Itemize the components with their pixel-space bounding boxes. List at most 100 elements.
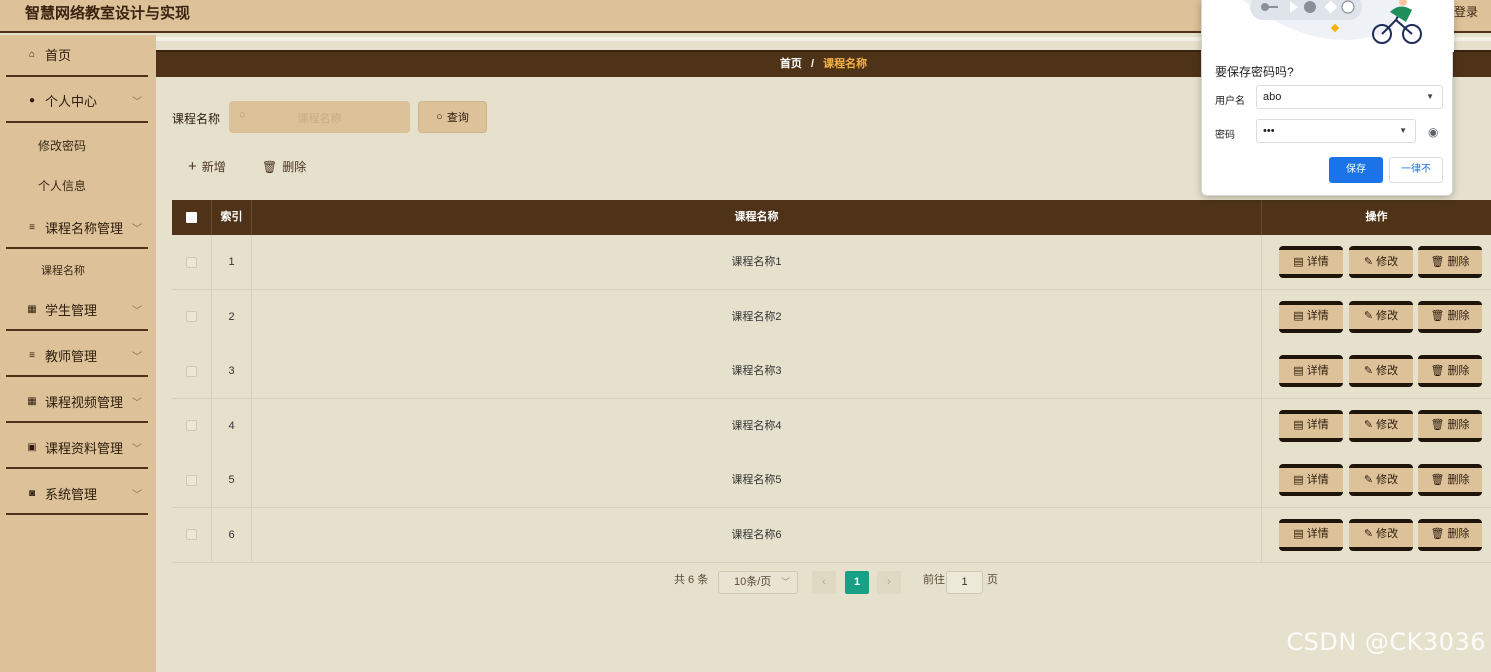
- password-illustration: [1202, 0, 1454, 52]
- sidebar: ⌂ 首页 ● 个人中心 ﹀ 修改密码 个人信息 ≡ 课程名称管理 ﹀ 课程名称 …: [0, 35, 156, 672]
- nav-divider: [6, 375, 148, 377]
- delete-button[interactable]: 🗑 删除: [1418, 518, 1482, 551]
- watermark: CSDN @CK3036: [1286, 628, 1486, 656]
- edit-button[interactable]: ✎ 修改: [1349, 355, 1413, 387]
- detail-button[interactable]: ▤ 详情: [1279, 355, 1343, 387]
- edit-button[interactable]: ✎ 修改: [1349, 409, 1413, 442]
- search-icon: ○: [436, 111, 443, 123]
- save-password-dialog: 要保存密码吗? 用户名 abo ▼ 密码 ••• ▼ ◉ 保存 一律不: [1201, 0, 1454, 196]
- username-select[interactable]: abo ▼: [1256, 85, 1443, 109]
- save-password-button[interactable]: 保存: [1329, 157, 1383, 183]
- chevron-down-icon: ﹀: [780, 577, 790, 587]
- detail-button-label: 详情: [1306, 419, 1329, 431]
- column-header-course-name: 课程名称: [252, 200, 1262, 235]
- sidebar-item-student-mgmt[interactable]: ▦ 学生管理 ﹀: [6, 300, 148, 319]
- detail-button[interactable]: ▤ 详情: [1279, 464, 1343, 496]
- trash-icon: 🗑: [1430, 473, 1445, 486]
- sidebar-item-personal-info[interactable]: 个人信息: [6, 177, 148, 194]
- page-size-value: 10条/页: [734, 576, 772, 588]
- batch-delete-button[interactable]: 🗑 删除: [262, 158, 306, 175]
- pagination-total: 共 6 条: [674, 574, 709, 586]
- row-checkbox[interactable]: [186, 529, 197, 541]
- edit-button[interactable]: ✎ 修改: [1349, 464, 1413, 496]
- detail-button[interactable]: ▤ 详情: [1279, 518, 1343, 551]
- nav-divider: [6, 329, 148, 331]
- select-all-checkbox[interactable]: [186, 211, 197, 223]
- row-checkbox[interactable]: [186, 420, 197, 432]
- password-select[interactable]: ••• ▼: [1256, 119, 1416, 143]
- delete-button-label: 删除: [1447, 419, 1470, 431]
- sidebar-item-change-password[interactable]: 修改密码: [6, 137, 148, 154]
- pencil-icon: ✎: [1363, 255, 1374, 268]
- row-index: 4: [212, 398, 252, 453]
- sidebar-item-course-name-mgmt[interactable]: ≡ 课程名称管理 ﹀: [6, 218, 148, 237]
- chevron-left-icon: ‹: [822, 576, 826, 588]
- row-checkbox[interactable]: [186, 311, 197, 323]
- ticket-icon: ▣: [27, 442, 37, 453]
- eye-icon[interactable]: ◉: [1428, 125, 1438, 139]
- dropdown-arrow-icon: ▼: [1426, 92, 1434, 101]
- row-course-name: 课程名称3: [252, 344, 1262, 398]
- prev-page-button[interactable]: ‹: [812, 571, 836, 594]
- sidebar-item-course-video-mgmt[interactable]: ▦ 课程视频管理 ﹀: [6, 392, 148, 411]
- sidebar-item-course-name[interactable]: 课程名称: [6, 262, 148, 278]
- chevron-down-icon: ﹀: [132, 224, 142, 235]
- row-actions: ▤ 详情 ✎ 修改 🗑 删除: [1262, 290, 1491, 344]
- delete-button[interactable]: 🗑 删除: [1418, 246, 1482, 278]
- sidebar-item-course-material-mgmt[interactable]: ▣ 课程资料管理 ﹀: [6, 438, 148, 457]
- password-value: •••: [1263, 125, 1275, 137]
- trash-icon: 🗑: [1430, 364, 1445, 377]
- query-button[interactable]: ○ 查询: [418, 101, 487, 133]
- sidebar-item-system-mgmt[interactable]: ◙ 系统管理 ﹀: [6, 484, 148, 503]
- username-value: abo: [1263, 91, 1282, 103]
- detail-button-label: 详情: [1306, 473, 1329, 486]
- search-input[interactable]: ○ 课程名称: [229, 101, 410, 133]
- page-button-current[interactable]: 1: [845, 571, 869, 594]
- row-checkbox[interactable]: [186, 256, 197, 268]
- row-checkbox[interactable]: [186, 474, 197, 486]
- sidebar-item-label: 个人中心: [45, 94, 98, 109]
- detail-button[interactable]: ▤ 详情: [1279, 246, 1343, 278]
- chevron-down-icon: ﹀: [132, 306, 142, 317]
- row-actions: ▤ 详情 ✎ 修改 🗑 删除: [1262, 235, 1491, 289]
- sidebar-item-teacher-mgmt[interactable]: ≡ 教师管理 ﹀: [6, 346, 148, 365]
- document-icon: ▤: [1293, 419, 1304, 431]
- table-row: 4 课程名称4 ▤ 详情 ✎ 修改 🗑 删除: [172, 398, 1491, 454]
- login-link[interactable]: 登录: [1454, 3, 1478, 20]
- never-save-button[interactable]: 一律不: [1389, 157, 1443, 183]
- detail-button[interactable]: ▤ 详情: [1279, 300, 1343, 333]
- edit-button[interactable]: ✎ 修改: [1349, 300, 1413, 333]
- breadcrumb-separator: /: [810, 58, 815, 70]
- grid-icon: ▦: [27, 396, 37, 407]
- sidebar-item-personal-center[interactable]: ● 个人中心 ﹀: [6, 91, 148, 110]
- page-size-select[interactable]: 10条/页 ﹀: [718, 571, 798, 594]
- delete-button[interactable]: 🗑 删除: [1418, 300, 1482, 333]
- delete-button[interactable]: 🗑 删除: [1418, 355, 1482, 387]
- password-label: 密码: [1215, 130, 1235, 141]
- sidebar-item-home[interactable]: ⌂ 首页: [6, 45, 148, 64]
- sidebar-item-label: 课程名称管理: [45, 221, 124, 236]
- plus-icon: +: [188, 158, 197, 175]
- row-course-name: 课程名称6: [252, 507, 1262, 562]
- detail-button-label: 详情: [1306, 528, 1329, 540]
- edit-button[interactable]: ✎ 修改: [1349, 518, 1413, 551]
- delete-button[interactable]: 🗑 删除: [1418, 464, 1482, 496]
- pencil-icon: ✎: [1363, 419, 1374, 431]
- add-button[interactable]: + 新增: [188, 158, 226, 175]
- edit-button-label: 修改: [1376, 255, 1399, 268]
- detail-button[interactable]: ▤ 详情: [1279, 409, 1343, 442]
- edit-button[interactable]: ✎ 修改: [1349, 246, 1413, 278]
- document-icon: ▤: [1293, 528, 1304, 540]
- list-icon: ≡: [29, 350, 35, 361]
- row-course-name: 课程名称4: [252, 398, 1262, 453]
- goto-page-input[interactable]: 1: [946, 571, 983, 594]
- delete-button[interactable]: 🗑 删除: [1418, 409, 1482, 442]
- row-checkbox[interactable]: [186, 365, 197, 377]
- next-page-button[interactable]: ›: [877, 571, 901, 594]
- pencil-icon: ✎: [1363, 528, 1374, 540]
- chevron-down-icon: ﹀: [132, 97, 142, 108]
- search-label: 课程名称: [172, 112, 221, 126]
- breadcrumb-home[interactable]: 首页: [780, 58, 802, 70]
- select-all-cell: [172, 200, 212, 235]
- document-icon: ▤: [1293, 310, 1304, 322]
